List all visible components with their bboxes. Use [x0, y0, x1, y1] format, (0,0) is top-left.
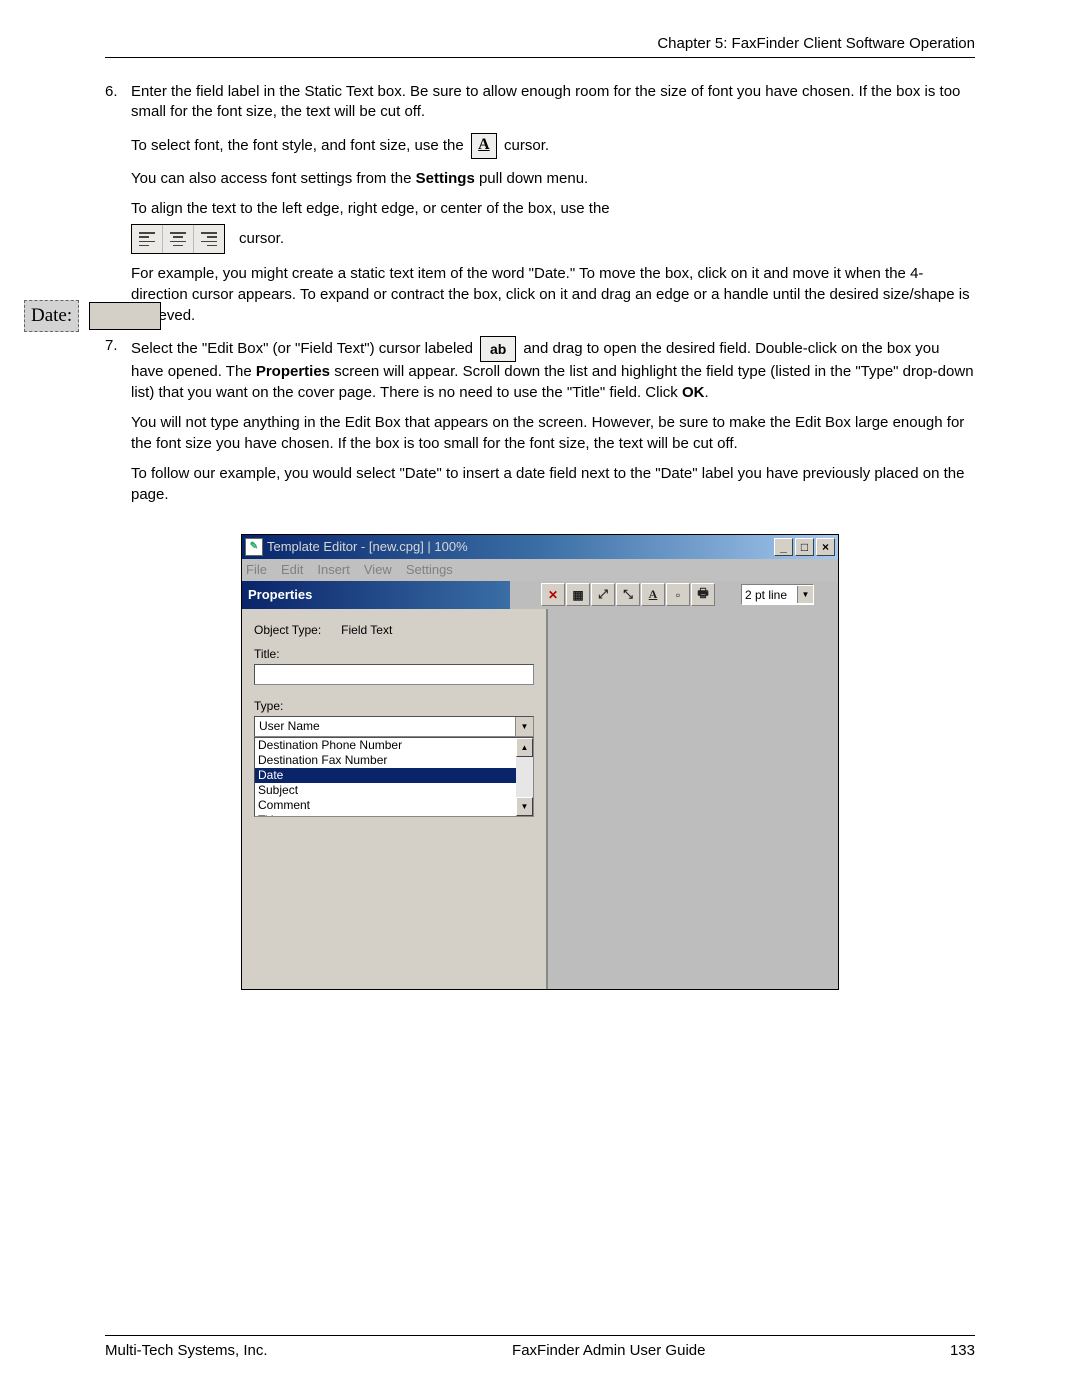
titlebar: ✎ Template Editor - [new.cpg] | 100% _ □…: [242, 535, 838, 559]
menu-insert[interactable]: Insert: [317, 562, 350, 577]
minimize-button[interactable]: _: [774, 538, 793, 556]
window-title: Template Editor - [new.cpg] | 100%: [267, 539, 772, 554]
list-item[interactable]: Subject: [255, 783, 516, 798]
scroll-up-icon[interactable]: ▲: [516, 738, 533, 757]
grid-tool-icon[interactable]: ▦: [566, 583, 590, 606]
step-7: 7. Select the "Edit Box" (or "Field Text…: [105, 336, 975, 403]
workspace: Object Type: Field Text Title: Type: Use…: [242, 609, 838, 989]
properties-panel-title: Properties: [242, 587, 540, 602]
line-width-select[interactable]: 2 pt line ▼: [741, 584, 814, 605]
list-item[interactable]: Destination Phone Number: [255, 738, 516, 753]
title-label: Title:: [254, 647, 280, 661]
object-type-row: Object Type: Field Text: [254, 623, 534, 637]
scroll-down-icon[interactable]: ▼: [516, 797, 533, 816]
step-7-text-a: Select the "Edit Box" (or "Field Text") …: [131, 336, 975, 403]
date-static-text-box[interactable]: Date:: [24, 300, 79, 332]
list-item[interactable]: Destination Fax Number: [255, 753, 516, 768]
list-item[interactable]: Title: [255, 813, 516, 816]
delete-tool-icon[interactable]: ✕: [541, 583, 565, 606]
step-7-text-b: You will not type anything in the Edit B…: [131, 413, 975, 454]
list-item-selected[interactable]: Date: [255, 768, 516, 783]
zoom-out-tool-icon[interactable]: ⤡: [616, 583, 640, 606]
align-left-icon: [132, 225, 163, 253]
text-post: cursor.: [504, 136, 549, 153]
title-row: Title:: [254, 647, 534, 685]
object-type-label: Object Type:: [254, 623, 321, 637]
object-type-value: Field Text: [341, 623, 392, 637]
scroll-thumb[interactable]: [516, 757, 533, 797]
step-6-align-line: To align the text to the left edge, righ…: [131, 199, 975, 254]
align-center-icon: [163, 225, 194, 253]
maximize-button[interactable]: □: [795, 538, 814, 556]
chevron-down-icon: ▼: [515, 717, 533, 736]
editbox-cursor-icon: ab: [480, 336, 516, 362]
settings-bold: Settings: [416, 170, 475, 187]
select-tool-icon[interactable]: ▫: [666, 583, 690, 606]
header-rule: [105, 57, 975, 58]
title-input[interactable]: [254, 664, 534, 685]
font-tool-icon[interactable]: A: [641, 583, 665, 606]
footer-rule: [105, 1335, 975, 1336]
list-item[interactable]: Comment: [255, 798, 516, 813]
menu-file[interactable]: File: [246, 562, 267, 577]
step-6-example: For example, you might create a static t…: [131, 264, 975, 326]
print-tool-icon[interactable]: 🖶: [691, 583, 715, 606]
text-pre: To select font, the font style, and font…: [131, 136, 468, 153]
canvas-sample: Date:: [24, 300, 161, 332]
type-label: Type:: [254, 699, 283, 713]
line-width-value: 2 pt line: [745, 588, 787, 602]
align-intro: To align the text to the left edge, righ…: [131, 200, 610, 217]
step-6-font-cursor-line: To select font, the font style, and font…: [131, 133, 975, 159]
zoom-in-tool-icon[interactable]: ⤢: [591, 583, 615, 606]
page-footer: Multi-Tech Systems, Inc. FaxFinder Admin…: [105, 1342, 975, 1359]
type-row: Type: User Name ▼ Destination Phone Numb…: [254, 699, 534, 817]
font-cursor-icon: A: [471, 133, 497, 159]
type-combobox[interactable]: User Name ▼: [254, 716, 534, 737]
footer-doc-title: FaxFinder Admin User Guide: [512, 1342, 705, 1359]
date-field-box[interactable]: [89, 302, 161, 330]
chapter-heading: Chapter 5: FaxFinder Client Software Ope…: [105, 35, 975, 57]
properties-bold: Properties: [256, 363, 330, 380]
cursor-word: cursor.: [239, 229, 284, 250]
step-6: 6. Enter the field label in the Static T…: [105, 82, 975, 123]
footer-company: Multi-Tech Systems, Inc.: [105, 1342, 268, 1359]
app-icon: ✎: [245, 538, 263, 556]
step-6-text-a: Enter the field label in the Static Text…: [131, 82, 975, 123]
canvas-area[interactable]: [548, 609, 838, 989]
close-button[interactable]: ×: [816, 538, 835, 556]
footer-page-number: 133: [950, 1342, 975, 1359]
chevron-down-icon: ▼: [797, 586, 813, 603]
toolbar: Properties ✕ ▦ ⤢ ⤡ A ▫ 🖶 2 pt line ▼: [242, 581, 838, 609]
align-right-icon: [194, 225, 224, 253]
step-6-settings-line: You can also access font settings from t…: [131, 169, 975, 190]
menubar: File Edit Insert View Settings: [242, 559, 838, 581]
text-post: pull down menu.: [475, 170, 588, 187]
align-toolbar-icon: [131, 224, 225, 254]
text-pre: Select the "Edit Box" (or "Field Text") …: [131, 340, 477, 357]
properties-panel: Object Type: Field Text Title: Type: Use…: [242, 609, 548, 989]
ok-bold: OK: [682, 384, 705, 401]
scrollbar[interactable]: ▲ ▼: [516, 738, 533, 816]
menu-view[interactable]: View: [364, 562, 392, 577]
text-end: .: [704, 384, 708, 401]
text-pre: You can also access font settings from t…: [131, 170, 416, 187]
menu-settings[interactable]: Settings: [406, 562, 453, 577]
step-number: 6.: [105, 82, 131, 123]
type-combobox-value: User Name: [259, 719, 320, 733]
step-7-text-c: To follow our example, you would select …: [131, 464, 975, 505]
type-listbox[interactable]: Destination Phone Number Destination Fax…: [254, 737, 534, 817]
step-number: 7.: [105, 336, 131, 403]
template-editor-window: ✎ Template Editor - [new.cpg] | 100% _ □…: [241, 534, 839, 990]
menu-edit[interactable]: Edit: [281, 562, 303, 577]
